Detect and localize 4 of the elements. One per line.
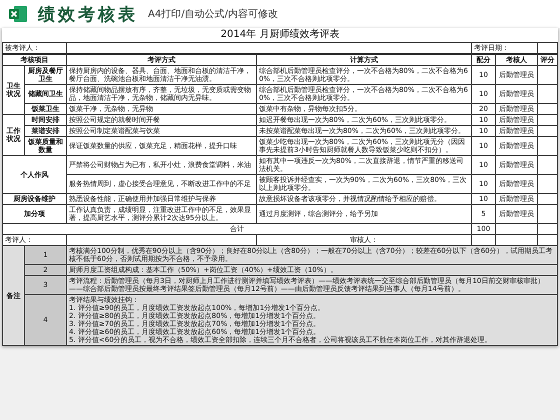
sheet-title: 2014年 月厨师绩效考评表 <box>2 28 558 42</box>
spreadsheet-icon <box>8 4 28 24</box>
page-subtitle: A4打印/自动公式/内容可修改 <box>148 8 278 21</box>
page-title: 绩效考核表 <box>38 4 138 26</box>
